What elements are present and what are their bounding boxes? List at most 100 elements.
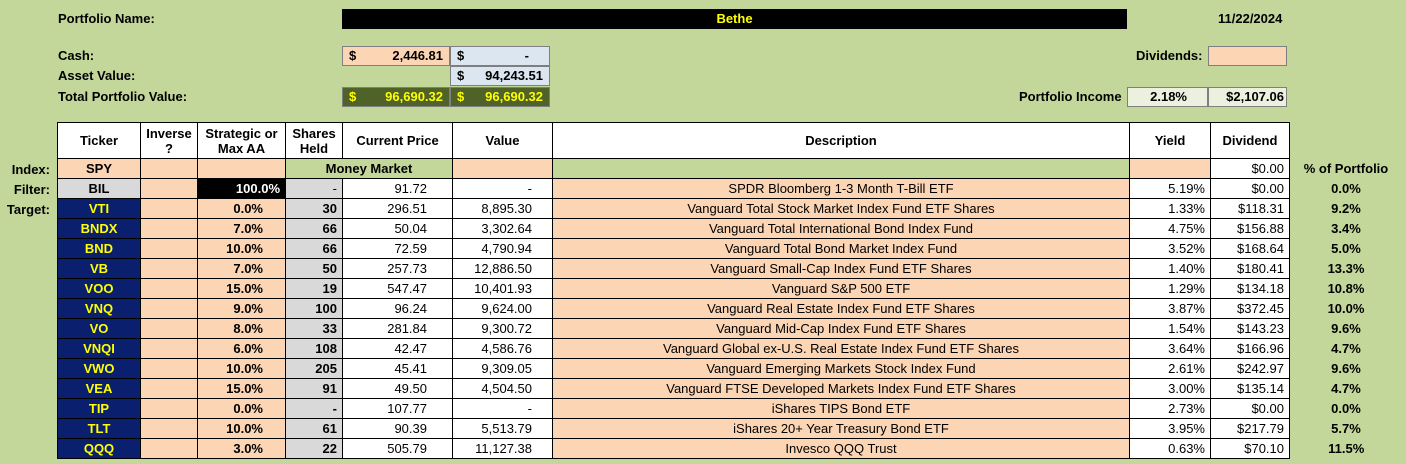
strategic-aa-cell[interactable]: 9.0% [197,298,286,319]
ticker-cell[interactable]: VOO [57,278,141,299]
shares-held-cell[interactable]: - [285,398,343,419]
strategic-aa-cell[interactable]: 10.0% [197,358,286,379]
shares-held-cell[interactable]: 61 [285,418,343,439]
strategic-aa-cell[interactable]: 8.0% [197,318,286,339]
strategic-aa-cell[interactable]: 0.0% [197,398,286,419]
dividend-cell: $372.45 [1210,298,1290,319]
shares-held-cell[interactable]: 22 [285,438,343,459]
inverse-cell[interactable] [140,258,198,279]
value-cell: 9,300.72 [452,318,553,339]
strategic-aa-cell[interactable]: 7.0% [197,218,286,239]
inverse-cell[interactable] [140,218,198,239]
index-ticker[interactable]: SPY [57,158,141,179]
shares-held-cell[interactable]: 108 [285,338,343,359]
pct-portfolio-cell: 0.0% [1289,398,1403,419]
dividend-cell: $168.64 [1210,238,1290,259]
shares-held-cell[interactable]: 66 [285,218,343,239]
strategic-aa-cell[interactable]: 10.0% [197,418,286,439]
ticker-cell[interactable]: BNDX [57,218,141,239]
dividend-cell: $143.23 [1210,318,1290,339]
yield-cell: 1.54% [1129,318,1211,339]
shares-held-cell[interactable]: 30 [285,198,343,219]
filter-ticker[interactable]: BIL [57,178,141,199]
strategic-aa-cell[interactable]: 3.0% [197,438,286,459]
inverse-cell[interactable] [140,338,198,359]
shares-held-cell[interactable]: 205 [285,358,343,379]
holding-row: VOO 15.0% 19 547.47 10,401.93 Vanguard S&P 50… [57,278,1403,299]
dividend-cell: $180.41 [1210,258,1290,279]
index-yield [1129,158,1211,179]
pct-portfolio-cell: 5.0% [1289,238,1403,259]
cash-field[interactable]: $2,446.81 [342,46,450,66]
ticker-cell[interactable]: VO [57,318,141,339]
shares-held-cell[interactable]: 50 [285,258,343,279]
value-cell: 9,309.05 [452,358,553,379]
pct-header: % of Portfolio [1289,158,1403,179]
dividends-field[interactable] [1208,46,1287,66]
income-pct: 2.18% [1127,87,1208,107]
col-inverse: Inverse ? [140,122,198,159]
inverse-cell[interactable] [140,298,198,319]
current-price-cell: 107.77 [342,398,453,419]
description-cell: Vanguard FTSE Developed Markets Index Fu… [552,378,1130,399]
strategic-aa-cell[interactable]: 6.0% [197,338,286,359]
strategic-aa-cell[interactable]: 10.0% [197,238,286,259]
current-price-cell: 90.39 [342,418,453,439]
strategic-aa-cell[interactable]: 7.0% [197,258,286,279]
ticker-cell[interactable]: TLT [57,418,141,439]
shares-held-cell[interactable]: 66 [285,238,343,259]
holding-row: VNQI 6.0% 108 42.47 4,586.76 Vanguard Global … [57,338,1403,359]
strategic-aa-cell[interactable]: 15.0% [197,378,286,399]
shares-held-cell[interactable]: 33 [285,318,343,339]
inverse-cell[interactable] [140,418,198,439]
filter-aa[interactable]: 100.0% [197,178,286,199]
inverse-cell[interactable] [140,438,198,459]
strategic-aa-cell[interactable]: 0.0% [197,198,286,219]
strategic-aa-cell[interactable]: 15.0% [197,278,286,299]
ticker-cell[interactable]: VNQ [57,298,141,319]
value-cell: 12,886.50 [452,258,553,279]
yield-cell: 1.33% [1129,198,1211,219]
shares-held-cell[interactable]: 19 [285,278,343,299]
yield-cell: 4.75% [1129,218,1211,239]
ticker-cell[interactable]: TIP [57,398,141,419]
index-inverse[interactable] [140,158,198,179]
yield-cell: 3.87% [1129,298,1211,319]
total-value-1: $96,690.32 [342,87,450,107]
ticker-cell[interactable]: QQQ [57,438,141,459]
filter-price: 91.72 [342,178,453,199]
description-cell: iShares TIPS Bond ETF [552,398,1130,419]
ticker-cell[interactable]: VWO [57,358,141,379]
inverse-cell[interactable] [140,198,198,219]
value-cell: 11,127.38 [452,438,553,459]
inverse-cell[interactable] [140,378,198,399]
inverse-cell[interactable] [140,278,198,299]
filter-pct: 0.0% [1289,178,1403,199]
current-price-cell: 505.79 [342,438,453,459]
ticker-cell[interactable]: VTI [57,198,141,219]
portfolio-name-field[interactable]: Bethe [342,9,1127,29]
inverse-cell[interactable] [140,238,198,259]
index-value [452,158,553,179]
ticker-cell[interactable]: VB [57,258,141,279]
filter-shares[interactable]: - [285,178,343,199]
inverse-cell[interactable] [140,398,198,419]
cash-label: Cash: [58,48,95,63]
ticker-cell[interactable]: BND [57,238,141,259]
filter-row: BIL 100.0% - 91.72 - SPDR Bloomberg 1-3 … [57,178,1403,199]
yield-cell: 3.52% [1129,238,1211,259]
shares-held-cell[interactable]: 100 [285,298,343,319]
description-cell: Vanguard Total Stock Market Index Fund E… [552,198,1130,219]
cash-alt-field[interactable]: $ - [450,46,550,66]
ticker-cell[interactable]: VNQI [57,338,141,359]
filter-inverse[interactable] [140,178,198,199]
ticker-cell[interactable]: VEA [57,378,141,399]
pct-portfolio-cell: 13.3% [1289,258,1403,279]
inverse-cell[interactable] [140,358,198,379]
shares-held-cell[interactable]: 91 [285,378,343,399]
col-empty [1289,122,1403,159]
value-cell: 10,401.93 [452,278,553,299]
col-ticker: Ticker [57,122,141,159]
index-aa[interactable] [197,158,286,179]
inverse-cell[interactable] [140,318,198,339]
